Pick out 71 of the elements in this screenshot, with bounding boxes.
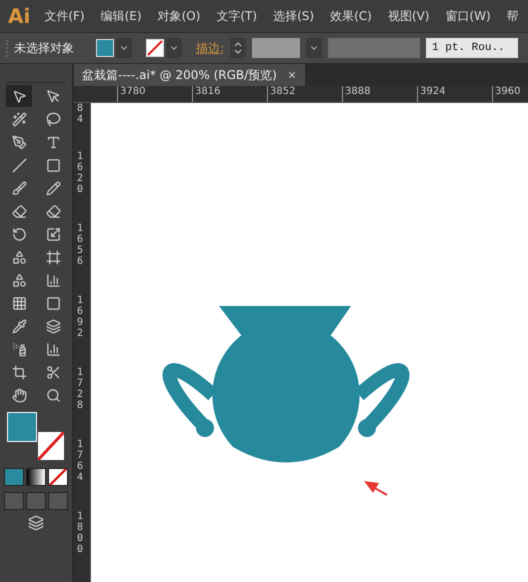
hand-icon [12,388,26,402]
fill-swatch[interactable] [96,39,114,57]
spray-can-icon [12,342,26,356]
ruler-label: 3924 [417,86,492,102]
ruler-label: 3888 [342,86,417,102]
magic-wand-icon [12,112,26,126]
eraser-icon [46,204,60,218]
search-icon [46,388,60,402]
scissors-icon [46,364,60,380]
menu-item[interactable]: 帮 [506,8,519,24]
shapes-icon [12,250,26,264]
document-tab[interactable]: 盆栽篇----.ai* @ 200% (RGB/预览) [74,64,305,86]
menu-item[interactable]: 窗口(W) [445,8,491,24]
stroke-weight-field[interactable] [252,38,300,58]
selection-status: 未选择对象 [6,40,74,56]
ruler-label: 3852 [267,86,342,102]
square-icon [46,296,60,310]
menu-item[interactable]: 对象(O) [158,8,200,24]
menu-item[interactable]: 文字(T) [216,8,258,24]
stroke-label[interactable]: 描边: [196,40,224,56]
stepper-button[interactable] [230,38,246,58]
ruler-label: 1620 [77,151,84,197]
menu-item[interactable]: 选择(S) [273,8,314,24]
frame-icon [46,250,60,264]
tool-button[interactable] [6,85,32,107]
menu-item[interactable]: 视图(V) [388,8,430,24]
ruler-label: 3960 [492,86,528,102]
shapes-icon [12,272,26,288]
ruler-label: 1692 [77,295,84,341]
menu-item[interactable]: 文件(F) [44,8,85,24]
scale-icon [46,226,60,242]
pen-icon [12,134,26,150]
close-icon[interactable] [286,70,297,80]
ruler-label: 1800 [77,511,84,557]
layers-icon [46,318,60,334]
bar-chart-icon [46,342,60,356]
none-mode-button[interactable] [48,468,68,486]
brush-icon [12,180,26,196]
crop-icon [12,364,26,380]
stepper-icon [233,40,244,56]
color-mode-button[interactable] [4,468,24,486]
eyedropper-icon [12,318,26,334]
rectangle-icon [46,158,60,172]
line-icon [12,158,26,172]
ruler-label: 1656 [77,223,84,269]
menu-item[interactable]: 编辑(E) [100,8,142,24]
ruler-label: 1728 [77,367,84,413]
menu-item[interactable]: 效果(C) [330,8,372,24]
gradient-mode-button[interactable] [26,468,46,486]
eraser-icon [12,204,26,218]
ruler-label: 1764 [77,439,84,485]
layers-icon [28,515,44,531]
stroke-swatch[interactable] [146,39,164,57]
brush-definition-field[interactable]: 1 pt. Rou.. [426,38,518,58]
fill-color-swatch[interactable] [7,412,37,442]
ruler-label: 84 [77,103,84,127]
ruler-label: 3816 [192,86,267,102]
bar-chart-icon [46,272,60,288]
app-logo: Ai [7,4,32,28]
lasso-icon [46,112,60,126]
rotate-icon [12,226,26,242]
annotation-arrow [364,481,388,496]
pencil-icon [46,180,60,196]
none-icon [147,40,163,56]
type-icon [46,134,60,150]
ruler-label: 3780 [117,86,192,102]
variable-width-field[interactable] [328,38,420,58]
stroke-color-swatch[interactable] [38,432,64,460]
pointer-icon [12,88,26,104]
pointer-icon [46,88,60,104]
grid-icon [12,296,26,310]
